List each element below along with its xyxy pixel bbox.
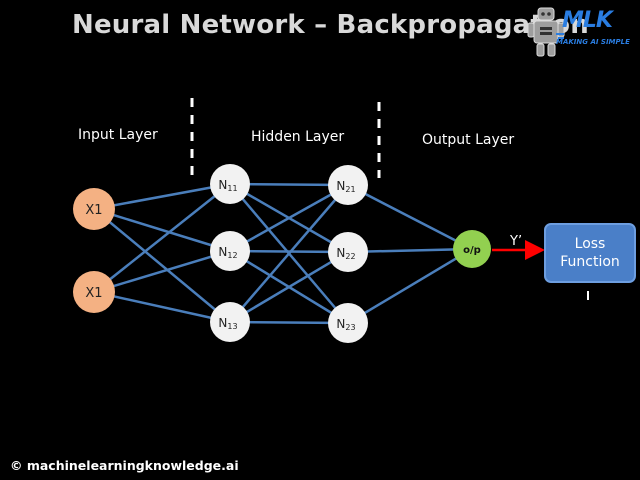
node-subscript: 21 (345, 185, 355, 194)
prediction-label: Y’ (509, 234, 522, 249)
node-subscript: 13 (227, 322, 237, 331)
node-subscript: 23 (345, 323, 355, 332)
connection (93, 249, 231, 294)
connection (93, 208, 231, 323)
node-subscript: 11 (227, 184, 237, 193)
output-node: o/p (453, 230, 491, 268)
node-subscript: 22 (345, 252, 355, 261)
hidden-node-n11: N11 (210, 164, 250, 204)
node-base: N (218, 178, 227, 192)
connection (93, 183, 231, 293)
output-node-label: o/p (463, 245, 481, 256)
hidden-node-n23: N23 (328, 303, 368, 343)
hidden-node-n22: N22 (328, 232, 368, 272)
node-subscript: 12 (227, 251, 237, 260)
hidden-node-n21: N21 (328, 165, 368, 205)
hidden-node-n12: N12 (210, 231, 250, 271)
input-node: X1 (73, 271, 115, 313)
input-node-label: X1 (85, 203, 102, 218)
node-base: N (218, 245, 227, 259)
connection (347, 247, 473, 325)
node-base: N (336, 179, 345, 193)
node-base: N (336, 246, 345, 260)
hidden-node-n13: N13 (210, 302, 250, 342)
loss-line-2: Function (560, 254, 620, 270)
loss-line-1: Loss (574, 236, 606, 252)
node-base: N (336, 317, 345, 331)
input-node-label: X1 (85, 286, 102, 301)
diagram-canvas: Neural Network – Backpropagation MLK MAK… (0, 0, 640, 480)
copyright-footer: © machinelearningknowledge.ai (10, 458, 239, 473)
connection (347, 183, 473, 251)
loss-function-box: Loss Function (544, 223, 636, 283)
input-node: X1 (73, 188, 115, 230)
connection (93, 207, 231, 253)
node-base: N (218, 316, 227, 330)
